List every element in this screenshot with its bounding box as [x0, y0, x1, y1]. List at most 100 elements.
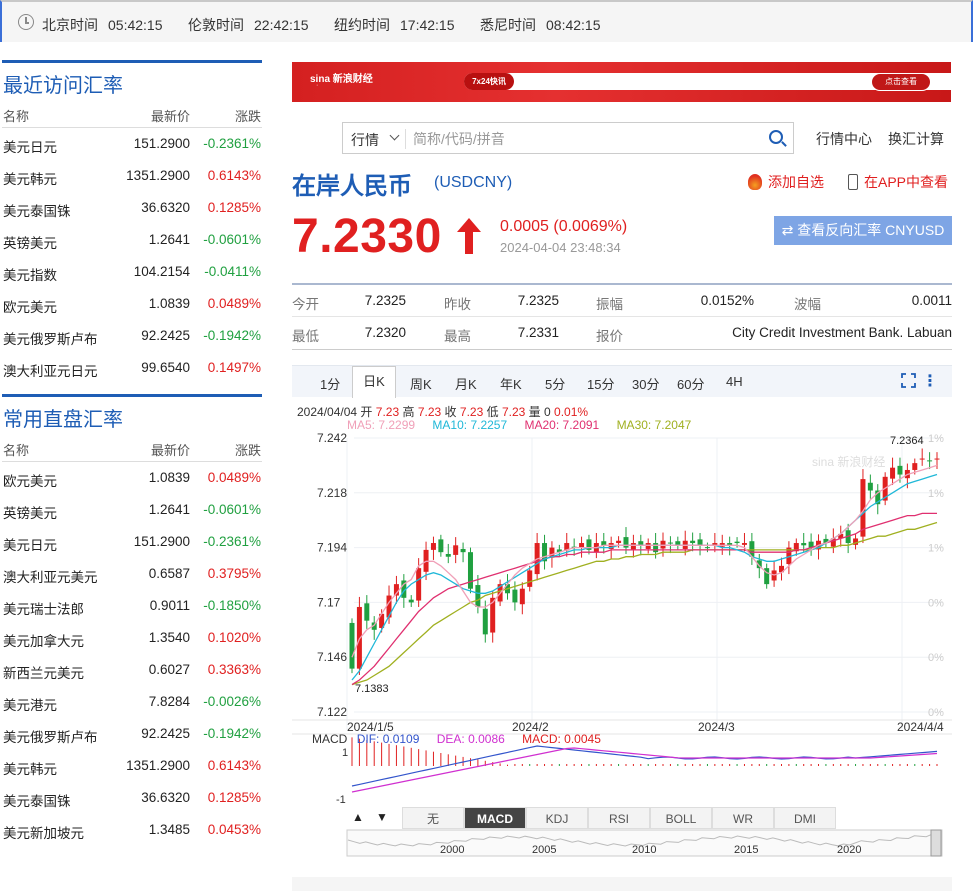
tab-5min[interactable]: 5分: [545, 374, 565, 393]
arrow-up-icon: [457, 218, 481, 254]
pct-change: 0.01%: [554, 405, 589, 419]
indicator-wr[interactable]: WR: [712, 807, 774, 829]
tab-daily[interactable]: 日K: [352, 366, 396, 398]
rate-name: 美元韩元: [3, 762, 57, 777]
right-tick-label: 0%: [928, 597, 944, 609]
rate-change: -0.1942%: [203, 726, 261, 741]
indicator-boll[interactable]: BOLL: [650, 807, 712, 829]
clock-london: 伦敦时间 22:42:15: [188, 15, 309, 35]
market-center-link[interactable]: 行情中心: [816, 129, 872, 149]
rate-change: -0.1850%: [203, 598, 261, 613]
flame-icon: [748, 174, 762, 190]
rate-row[interactable]: 美元新加坡元 1.3485 0.0453%: [2, 814, 262, 846]
rate-row[interactable]: 澳大利亚元日元 99.6540 0.1497%: [2, 352, 262, 384]
header-name: 名称: [3, 109, 30, 124]
candle-body: [801, 543, 807, 546]
max-price-label: 7.2364: [890, 435, 924, 447]
rate-change: 0.3363%: [207, 662, 261, 677]
rate-row[interactable]: 美元泰国铢 36.6320 0.1285%: [2, 192, 262, 224]
candle-body: [445, 553, 451, 557]
indicator-tabs: 无 MACD KDJ RSI BOLL WR DMI: [402, 807, 836, 829]
rate-row[interactable]: 欧元美元 1.0839 0.0489%: [2, 288, 262, 320]
stat-value: 7.2331: [517, 325, 559, 340]
rate-row[interactable]: 美元俄罗斯卢布 92.2425 -0.1942%: [2, 718, 262, 750]
rate-change: -0.0026%: [203, 694, 261, 709]
tab-15min[interactable]: 15分: [587, 374, 614, 393]
market-select[interactable]: 行情: [351, 130, 379, 150]
macd-value: 0.0045: [564, 732, 601, 746]
scroll-up-button[interactable]: ▲: [352, 810, 364, 824]
tab-60min[interactable]: 60分: [677, 374, 704, 393]
exchange-calc-link[interactable]: 换汇计算: [888, 129, 944, 149]
indicator-macd[interactable]: MACD: [464, 807, 526, 829]
candle-body: [467, 552, 473, 589]
macd-legend: MACD DIF: 0.0109 DEA: 0.0086 MACD: 0.004…: [312, 732, 601, 746]
rate-row[interactable]: 美元加拿大元 1.3540 0.1020%: [2, 622, 262, 654]
candle-body: [579, 543, 585, 548]
rate-row[interactable]: 美元日元 151.2900 -0.2361%: [2, 128, 262, 160]
page-title: 在岸人民币: [292, 173, 412, 200]
macd-tick-label: 1: [342, 747, 348, 759]
right-tick-label: 1%: [928, 488, 944, 500]
rate-price: 92.2425: [141, 726, 190, 741]
more-options-icon[interactable]: ⋮: [922, 371, 938, 391]
rate-row[interactable]: 澳大利亚元美元 0.6587 0.3795%: [2, 558, 262, 590]
view-in-app-button[interactable]: 在APP中查看: [848, 172, 948, 192]
fullscreen-icon[interactable]: [901, 373, 916, 388]
chevron-down-icon[interactable]: [389, 130, 400, 141]
rate-row[interactable]: 新西兰元美元 0.6027 0.3363%: [2, 654, 262, 686]
banner-view-button[interactable]: 点击查看: [871, 73, 931, 91]
rate-price: 1351.2900: [126, 168, 190, 183]
rate-row[interactable]: 美元韩元 1351.2900 0.6143%: [2, 160, 262, 192]
header-change: 涨跌: [234, 443, 261, 458]
price-change: 0.0005 (0.0069%): [500, 218, 628, 235]
rate-row[interactable]: 美元港元 7.8284 -0.0026%: [2, 686, 262, 718]
indicator-dmi[interactable]: DMI: [774, 807, 836, 829]
reverse-rate-button[interactable]: ⇄ 查看反向汇率 CNYUSD: [774, 216, 952, 245]
candle-body: [934, 458, 940, 460]
indicator-kdj[interactable]: KDJ: [526, 807, 588, 829]
tab-1min[interactable]: 1分: [320, 374, 340, 393]
open-label: 开: [360, 405, 373, 419]
candle-body: [386, 595, 392, 618]
clock-sydney: 悉尼时间 08:42:15: [480, 15, 601, 35]
rate-row[interactable]: 欧元美元 1.0839 0.0489%: [2, 462, 262, 494]
clock-newyork: 纽约时间 17:42:15: [334, 15, 455, 35]
scroll-down-button[interactable]: ▼: [376, 810, 388, 824]
ad-banner[interactable]: sina 新浪财经 · 7x24快讯 点击查看: [292, 62, 951, 102]
timeline-year-label: 2005: [532, 844, 556, 856]
tab-monthly[interactable]: 月K: [455, 374, 477, 393]
banner-tag: 7x24快讯: [464, 73, 514, 90]
indicator-none[interactable]: 无: [402, 807, 464, 829]
period-tabs: 1分 日K 周K 月K 年K 5分 15分 30分 60分 4H ⋮: [292, 365, 952, 398]
indicator-rsi[interactable]: RSI: [588, 807, 650, 829]
rate-row[interactable]: 美元俄罗斯卢布 92.2425 -0.1942%: [2, 320, 262, 352]
search-icon[interactable]: [769, 130, 783, 144]
right-tick-label: 0%: [928, 652, 944, 664]
rate-price: 1.0839: [148, 296, 190, 311]
rate-name: 美元泰国铢: [3, 794, 71, 809]
tab-4h[interactable]: 4H: [726, 374, 743, 389]
rate-name: 美元日元: [3, 538, 57, 553]
right-tick-label: 0%: [928, 707, 944, 719]
rate-row[interactable]: 英镑美元 1.2641 -0.0601%: [2, 224, 262, 256]
rate-row[interactable]: 美元泰国铢 36.6320 0.1285%: [2, 782, 262, 814]
rate-row[interactable]: 美元日元 151.2900 -0.2361%: [2, 526, 262, 558]
tab-30min[interactable]: 30分: [632, 374, 659, 393]
rate-row[interactable]: 英镑美元 1.2641 -0.0601%: [2, 494, 262, 526]
rate-row[interactable]: 美元指数 104.2154 -0.0411%: [2, 256, 262, 288]
candle-body: [408, 599, 414, 603]
add-favorite-button[interactable]: 添加自选: [748, 172, 824, 192]
recent-rates-title: 最近访问汇率: [2, 60, 262, 98]
rate-row[interactable]: 美元韩元 1351.2900 0.6143%: [2, 750, 262, 782]
tab-yearly[interactable]: 年K: [500, 374, 522, 393]
rate-name: 美元泰国铢: [3, 204, 71, 219]
search-input[interactable]: [413, 127, 753, 151]
phone-icon: [848, 174, 858, 190]
tab-weekly[interactable]: 周K: [410, 374, 432, 393]
candle-body: [645, 543, 651, 549]
stat-label: 波幅: [794, 297, 821, 312]
rate-row[interactable]: 美元瑞士法郎 0.9011 -0.1850%: [2, 590, 262, 622]
candle-body: [741, 543, 747, 545]
rate-price: 1.2641: [148, 502, 190, 517]
